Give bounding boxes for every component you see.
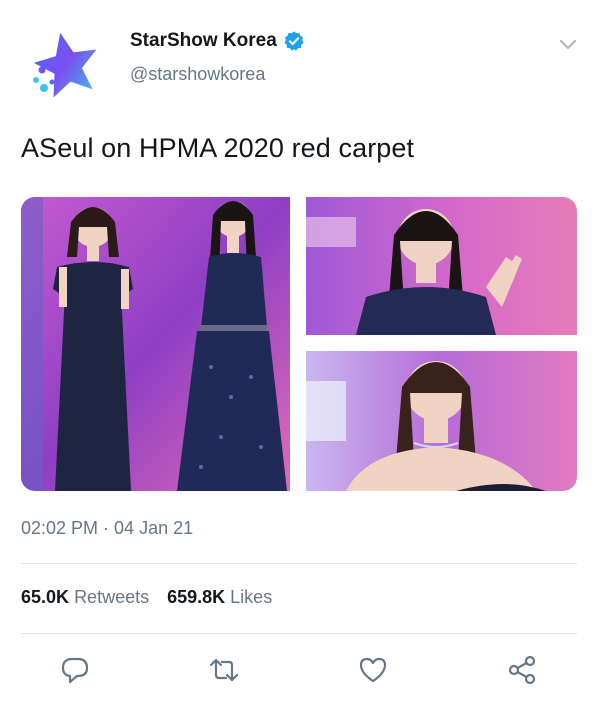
avatar[interactable]	[22, 20, 112, 110]
retweets-stat[interactable]: 65.0K Retweets	[21, 587, 149, 608]
handle[interactable]: @starshowkorea	[130, 64, 265, 85]
photo-waving[interactable]	[306, 197, 577, 335]
reply-icon	[61, 657, 89, 684]
divider	[21, 563, 577, 564]
likes-stat[interactable]: 659.8K Likes	[167, 587, 272, 608]
verified-badge-icon	[283, 30, 305, 52]
retweet-icon	[209, 658, 239, 682]
star-logo-icon	[33, 32, 97, 98]
chevron-down-icon[interactable]	[557, 33, 579, 55]
media-grid	[21, 197, 577, 491]
heart-icon	[359, 657, 387, 683]
timestamp[interactable]: 02:02 PM · 04 Jan 21	[21, 518, 193, 539]
divider	[21, 633, 577, 634]
display-name[interactable]: StarShow Korea	[130, 30, 277, 52]
photo-closeup[interactable]	[306, 351, 577, 491]
likes-count: 659.8K	[167, 587, 226, 607]
retweet-button[interactable]	[208, 654, 240, 686]
tweet-text: ASeul on HPMA 2020 red carpet	[21, 133, 415, 163]
share-button[interactable]	[506, 654, 538, 686]
action-bar	[0, 650, 597, 690]
retweets-count: 65.0K	[21, 587, 70, 607]
likes-label: Likes	[230, 587, 273, 607]
share-icon	[508, 655, 536, 685]
like-button[interactable]	[357, 654, 389, 686]
stats-row: 65.0K Retweets 659.8K Likes	[21, 587, 272, 608]
retweets-label: Retweets	[74, 587, 150, 607]
photo-full-length[interactable]	[21, 197, 290, 491]
reply-button[interactable]	[59, 654, 91, 686]
